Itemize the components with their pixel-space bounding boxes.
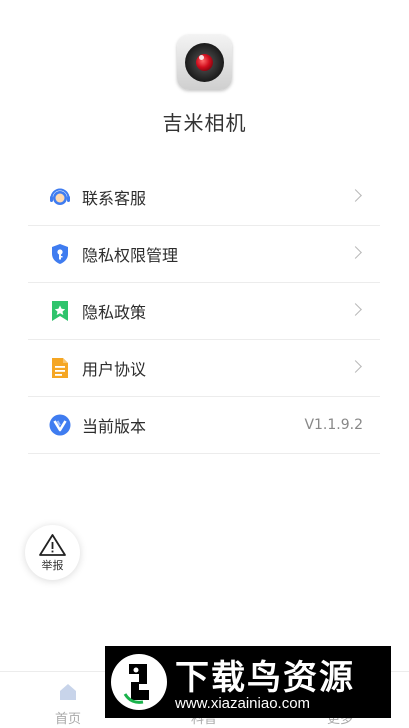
- tab-home[interactable]: 首页: [28, 672, 108, 728]
- chevron-right-icon: [349, 360, 362, 373]
- menu-item-user-agreement[interactable]: 用户协议: [28, 340, 380, 397]
- bookmark-star-icon: [49, 300, 71, 322]
- chevron-right-icon: [349, 303, 362, 316]
- menu-item-contact-service[interactable]: 联系客服: [28, 169, 380, 226]
- menu-item-label: 隐私政策: [82, 303, 147, 322]
- watermark-title: 下载鸟资源: [175, 658, 355, 698]
- home-icon: [60, 684, 76, 700]
- version-value: V1.1.9.2: [304, 417, 363, 433]
- report-label: 举报: [41, 559, 64, 572]
- menu-item-label: 联系客服: [82, 189, 147, 208]
- menu-item-privacy-policy[interactable]: 隐私政策: [28, 283, 380, 340]
- bird-logo-icon: [111, 654, 167, 710]
- customer-service-icon: [49, 186, 71, 208]
- menu-item-privacy-permissions[interactable]: 隐私权限管理: [28, 226, 380, 283]
- document-icon: [49, 357, 71, 379]
- privacy-shield-icon: [49, 243, 71, 265]
- menu-item-label: 隐私权限管理: [82, 246, 179, 265]
- camera-lens-icon: [185, 43, 224, 82]
- menu-item-label: 用户协议: [82, 360, 147, 379]
- warning-icon: [39, 534, 66, 556]
- menu-item-label: 当前版本: [82, 417, 147, 436]
- chevron-right-icon: [349, 246, 362, 259]
- watermark-url: www.xiazainiao.com: [175, 695, 311, 712]
- app-name: 吉米相机: [162, 111, 247, 135]
- version-v-icon: [49, 414, 71, 436]
- watermark-banner: 下载鸟资源 www.xiazainiao.com: [105, 646, 391, 718]
- menu-item-current-version[interactable]: 当前版本 V1.1.9.2: [28, 397, 380, 454]
- report-button[interactable]: 举报: [25, 525, 80, 580]
- app-logo-icon: [177, 35, 232, 90]
- chevron-right-icon: [349, 189, 362, 202]
- tab-label: 首页: [54, 712, 81, 727]
- settings-menu: 联系客服 隐私权限管理 隐私政策 用户协议 当前版本 V1.1.9.2: [28, 169, 380, 454]
